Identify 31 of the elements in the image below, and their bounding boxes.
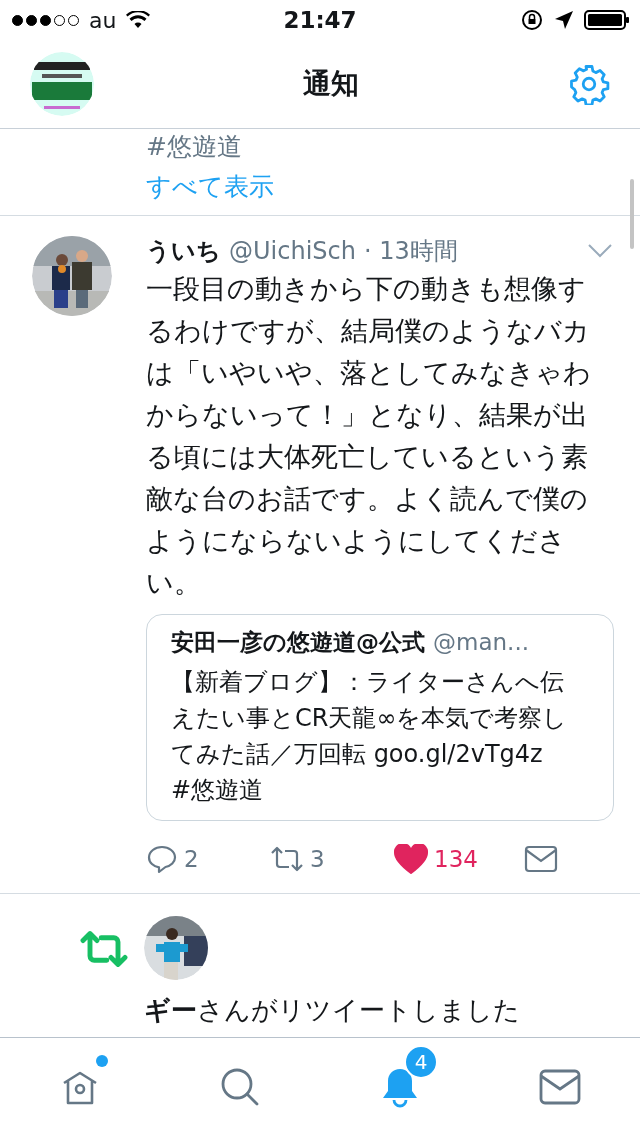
notification-count: 4 <box>404 1045 438 1079</box>
reply-count: 2 <box>184 846 199 872</box>
search-icon[interactable] <box>219 1066 261 1108</box>
retweet-notice: ギーさんがリツイートしました <box>144 994 520 1027</box>
user-name[interactable]: ういち <box>146 235 221 267</box>
chevron-down-icon[interactable] <box>588 244 612 258</box>
quoted-user-handle: @man... <box>433 629 529 655</box>
hashtag[interactable]: #悠遊道 <box>146 131 242 163</box>
scroll-bar <box>630 179 634 249</box>
tweet-text: 一段目の動きから下の動きも想像するわけですが、結局僕のようなバカは「いやいや、落としてみなきゃわからないって！」となり、結果が出る頃には大体死亡しているという素敵な台のお話です。よく読んで僕のようにならないようにしてください。 <box>146 272 592 600</box>
wifi-icon <box>126 11 151 29</box>
quoted-user-name: 安田一彦の悠遊道@公式 <box>171 628 425 657</box>
heart-icon[interactable] <box>394 844 428 874</box>
page-title: 通知 <box>303 66 359 102</box>
location-arrow-icon <box>554 10 574 30</box>
envelope-icon[interactable] <box>524 845 558 873</box>
envelope-icon[interactable] <box>539 1069 581 1105</box>
clock-time: 21:47 <box>283 7 357 33</box>
rotation-lock-icon <box>520 8 544 32</box>
retweet-count: 3 <box>310 846 325 872</box>
retweet-icon <box>80 928 128 970</box>
carrier-name: au <box>89 7 117 33</box>
like-count: 134 <box>434 846 478 872</box>
tweet-time: · 13時間 <box>363 236 458 267</box>
reply-icon[interactable] <box>146 843 178 875</box>
retweet-icon[interactable] <box>270 844 304 874</box>
user-handle: @UichiSch <box>229 237 356 265</box>
quoted-tweet-card[interactable]: 安田一彦の悠遊道@公式 @man... 【新着ブログ】：ライターさんへ伝えたい事とCR天龍∞を本気で考察してみた話／万回転 goo.gl/2vTg4z #悠遊道 <box>146 614 614 821</box>
battery-icon <box>584 10 630 30</box>
quoted-tweet-text: 【新着ブログ】：ライターさんへ伝えたい事とCR天龍∞を本気で考察してみた話／万回転 goo.gl/2vTg4z #悠遊道 <box>171 667 569 806</box>
settings-icon[interactable] <box>568 63 610 105</box>
